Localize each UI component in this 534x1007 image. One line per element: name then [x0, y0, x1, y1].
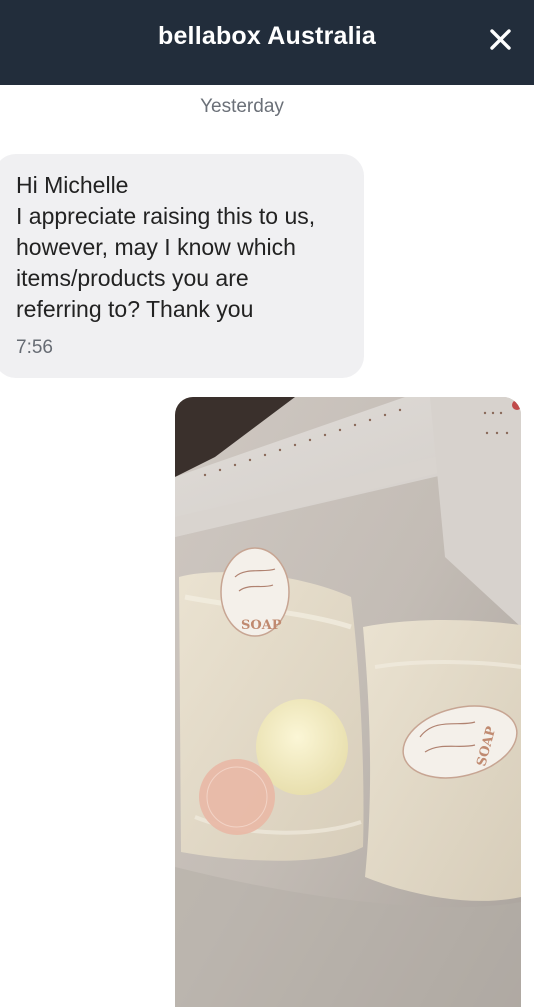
message-line: referring to? Thank you [16, 296, 254, 322]
product-photo: SOAP SOAP [175, 397, 521, 1007]
date-separator: Yesterday [200, 96, 284, 117]
chat-title: bellabox Australia [157, 22, 377, 50]
close-icon [490, 29, 511, 50]
message-timestamp: 7:56 [16, 337, 53, 358]
message-line: I appreciate raising this to us, [16, 203, 316, 229]
svg-text:SOAP: SOAP [241, 618, 282, 633]
incoming-message: Hi Michelle I appreciate raising this to… [0, 154, 364, 378]
close-button[interactable] [480, 20, 520, 60]
outgoing-photo-message[interactable]: SOAP SOAP [175, 397, 521, 1007]
chat-header: bellabox Australia [0, 0, 534, 85]
message-line: however, may I know which [16, 234, 296, 260]
message-line: Hi Michelle [16, 172, 129, 198]
message-line: items/products you are [16, 265, 249, 291]
